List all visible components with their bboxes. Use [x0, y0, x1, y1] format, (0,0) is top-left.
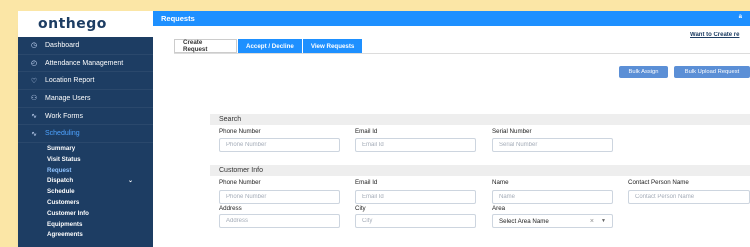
- customer-section-header: Customer Info: [210, 165, 750, 176]
- sidebar-item-label: Dashboard: [45, 41, 80, 49]
- dashboard-icon: ◷: [30, 42, 38, 50]
- section-title: Search: [219, 116, 242, 123]
- location-icon: ♡: [30, 77, 38, 85]
- customer-city-input[interactable]: [355, 214, 476, 228]
- search-phone-input[interactable]: [219, 138, 340, 152]
- page-title: Requests: [161, 14, 195, 23]
- sidebar-item-label: Scheduling: [45, 130, 80, 138]
- chevron-down-icon[interactable]: ▼: [601, 218, 606, 224]
- search-serial-input[interactable]: [492, 138, 613, 152]
- submenu-item-customer-info[interactable]: Customer Info: [18, 208, 153, 219]
- tab-view-requests[interactable]: View Requests: [302, 39, 363, 53]
- customer-email-label: Email Id: [355, 179, 378, 186]
- customer-city-label: City: [355, 205, 366, 212]
- main-content: Requests a Want to Create re Create Requ…: [153, 11, 750, 247]
- scheduling-submenu: Summary Visit Status Request Dispatch ⌄ …: [18, 143, 153, 240]
- tab-bar: Create Request Accept / Decline View Req…: [174, 39, 363, 53]
- chart-line-icon: ∿: [31, 130, 37, 138]
- clock-icon: ◴: [30, 60, 38, 68]
- tab-create-request[interactable]: Create Request: [174, 39, 237, 53]
- customer-email-input[interactable]: [355, 190, 476, 204]
- tab-divider: [174, 53, 750, 54]
- search-email-label: Email Id: [355, 128, 378, 135]
- submenu-item-summary[interactable]: Summary: [18, 143, 153, 154]
- sidebar-item-dashboard[interactable]: ◷ Dashboard: [18, 37, 153, 55]
- area-select-value: Select Area Name: [499, 217, 549, 225]
- search-section-header: Search: [210, 114, 750, 125]
- customer-contact-label: Contact Person Name: [628, 179, 689, 186]
- sidebar-item-location-report[interactable]: ♡ Location Report: [18, 72, 153, 91]
- customer-phone-input[interactable]: [219, 190, 340, 204]
- area-select[interactable]: Select Area Name × ▼: [492, 214, 613, 228]
- sidebar-item-label: Manage Users: [45, 94, 91, 102]
- sidebar-item-scheduling[interactable]: ∿ Scheduling: [18, 125, 153, 144]
- sidebar-item-label: Attendance Management: [45, 59, 124, 67]
- search-serial-label: Serial Number: [492, 128, 532, 135]
- bulk-assign-button[interactable]: Bulk Assign: [619, 66, 668, 78]
- submenu-item-label: Dispatch: [47, 177, 74, 185]
- sidebar-item-label: Work Forms: [45, 112, 83, 120]
- sidebar-item-label: Location Report: [45, 77, 95, 85]
- chevron-down-icon: ⌄: [127, 178, 133, 185]
- sidebar-item-work-forms[interactable]: ∿ Work Forms: [18, 108, 153, 126]
- customer-address-input[interactable]: [219, 214, 340, 228]
- sidebar-nav: ◷ Dashboard ◴ Attendance Management ♡ Lo…: [18, 37, 153, 144]
- section-title: Customer Info: [219, 167, 263, 174]
- customer-name-label: Name: [492, 179, 509, 186]
- submenu-item-visit-status[interactable]: Visit Status: [18, 154, 153, 165]
- submenu-item-equipments[interactable]: Equipments: [18, 219, 153, 230]
- search-email-input[interactable]: [355, 138, 476, 152]
- sidebar: onthego ◷ Dashboard ◴ Attendance Managem…: [18, 11, 183, 247]
- logo: onthego: [38, 16, 107, 32]
- sidebar-item-manage-users[interactable]: ⚇ Manage Users: [18, 90, 153, 108]
- customer-phone-label: Phone Number: [219, 179, 261, 186]
- tab-accept-decline[interactable]: Accept / Decline: [238, 39, 302, 53]
- submenu-item-schedule[interactable]: Schedule: [18, 186, 153, 197]
- customer-address-label: Address: [219, 205, 242, 212]
- customer-area-label: Area: [492, 205, 506, 212]
- chart-line-icon: ∿: [31, 113, 37, 121]
- submenu-item-request[interactable]: Request: [18, 165, 153, 176]
- user-icon: ⚇: [30, 95, 38, 103]
- customer-name-input[interactable]: [492, 190, 613, 204]
- search-phone-label: Phone Number: [219, 128, 261, 135]
- create-request-link[interactable]: Want to Create re: [690, 32, 750, 38]
- logo-bar: onthego: [18, 11, 183, 37]
- sidebar-item-attendance-management[interactable]: ◴ Attendance Management: [18, 55, 153, 73]
- page-header: Requests a: [153, 11, 750, 26]
- header-corner-text: a: [738, 14, 742, 20]
- action-buttons: Bulk Assign Bulk Upload Request: [613, 66, 750, 78]
- submenu-item-agreements[interactable]: Agreements: [18, 230, 153, 241]
- customer-contact-input[interactable]: [628, 190, 750, 204]
- submenu-item-customers[interactable]: Customers: [18, 197, 153, 208]
- submenu-item-dispatch[interactable]: Dispatch ⌄: [18, 176, 153, 187]
- clear-icon[interactable]: ×: [590, 218, 594, 225]
- bulk-upload-button[interactable]: Bulk Upload Request: [674, 66, 750, 78]
